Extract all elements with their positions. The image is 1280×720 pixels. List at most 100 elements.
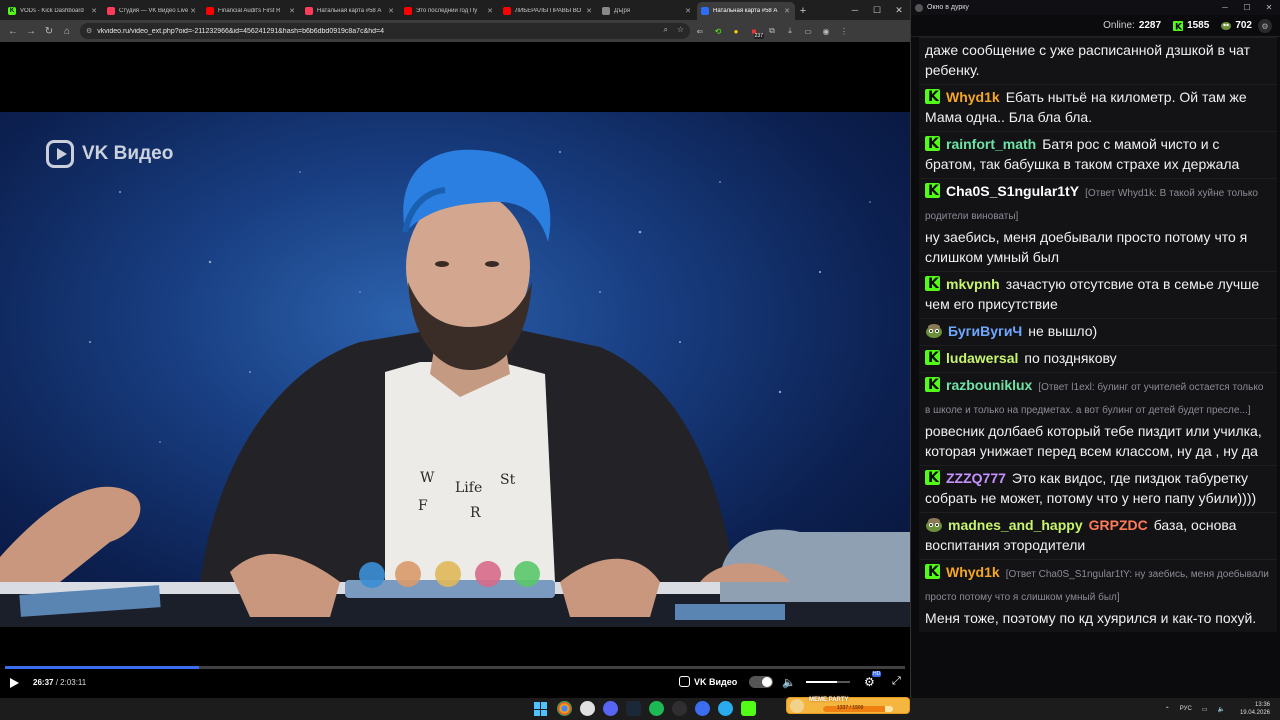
app-icon[interactable] [695, 701, 710, 716]
minimize-icon[interactable]: ─ [844, 0, 866, 20]
chat-username[interactable]: ludawersal [946, 350, 1018, 366]
tab-youtube-last-year[interactable]: Это последний год Пу ✕ [400, 2, 498, 20]
kick-badge-icon [925, 181, 940, 201]
spotify-icon[interactable] [649, 701, 664, 716]
forward-arrow-icon[interactable]: → [22, 22, 40, 40]
video-player[interactable]: W Life St FR VK Видео 26:37 / 2:03:11 VK… [0, 42, 910, 698]
clock-time: 13:36 [1254, 702, 1270, 708]
maximize-icon[interactable]: ☐ [1236, 3, 1258, 12]
new-tab-button[interactable]: + [796, 2, 810, 20]
zoom-icon[interactable]: ⌕ [664, 25, 668, 35]
video-frame[interactable]: W Life St FR VK Видео [0, 112, 910, 627]
generic-page-icon [602, 7, 610, 15]
obs-icon[interactable] [672, 701, 687, 716]
tab-label: Financial Audit's First R [218, 8, 281, 14]
network-icon[interactable]: ▭ [1202, 706, 1208, 713]
tab-natal-chart-active[interactable]: Натальная карта #58 А ✕ [697, 2, 795, 20]
language-indicator[interactable]: РУС [1180, 706, 1192, 712]
chat-username[interactable]: Whyd1k [946, 564, 1000, 580]
minimize-icon[interactable]: ─ [1214, 3, 1236, 12]
home-icon[interactable]: ⌂ [58, 22, 76, 40]
video-scene: W Life St F R [0, 149, 910, 627]
chat-username[interactable]: razbouniklux [946, 377, 1032, 393]
browser-icon[interactable] [580, 701, 595, 716]
extension-icon[interactable]: ⇐ [692, 23, 708, 39]
address-bar[interactable]: ⚙ vkvideo.ru/video_ext.php?oid=-21123296… [80, 23, 690, 39]
site-info-icon[interactable]: ⚙ [86, 27, 92, 35]
maximize-icon[interactable]: ☐ [866, 0, 888, 20]
chat-username[interactable]: ZZZQ777 [946, 470, 1006, 486]
extension-icon[interactable]: ⟲ [710, 23, 726, 39]
svg-text:W: W [420, 470, 435, 486]
reload-icon[interactable]: ↻ [40, 22, 58, 40]
close-icon[interactable]: ✕ [486, 7, 494, 15]
quality-badge: HD [872, 671, 882, 677]
chat-message-list[interactable]: даже сообщение с уже расписанной дзшкой … [919, 37, 1277, 698]
cast-icon[interactable]: ▭ [800, 23, 816, 39]
kick-badge-icon [925, 562, 940, 582]
telegram-icon[interactable] [718, 701, 733, 716]
close-icon[interactable]: ✕ [684, 7, 692, 15]
close-icon[interactable]: ✕ [288, 7, 296, 15]
chat-username[interactable]: mkvpnh [946, 276, 1000, 292]
chat-username[interactable]: БугиВугиЧ [948, 323, 1022, 339]
seek-bar[interactable] [5, 666, 905, 669]
chat-username[interactable]: madnes_and_happy [948, 517, 1083, 533]
extension-icon[interactable]: ● [728, 23, 744, 39]
tab-vk-studio[interactable]: Студия — VK Видео Live ✕ [103, 2, 201, 20]
settings-gear-icon[interactable]: ⚙ HD [864, 671, 882, 689]
vk-studio-icon [107, 7, 115, 15]
tab-natal-chart[interactable]: Натальная карта #58 А ✕ [301, 2, 399, 20]
tab-kick-vods[interactable]: K VODs - Kick Dashboard ✕ [4, 2, 102, 20]
profile-icon[interactable]: ◉ [818, 23, 834, 39]
volume-slider[interactable] [806, 681, 850, 683]
tab-youtube-financial-audit[interactable]: Financial Audit's First R ✕ [202, 2, 300, 20]
url-text[interactable]: vkvideo.ru/video_ext.php?oid=-211232966&… [97, 28, 384, 35]
extensions-puzzle-icon[interactable]: ⧉ [764, 23, 780, 39]
vk-video-watermark: VK Видео [46, 140, 173, 168]
fullscreen-icon[interactable]: ⤢ [892, 675, 901, 688]
close-icon[interactable]: ✕ [783, 7, 791, 15]
online-count: 2287 [1138, 20, 1162, 31]
close-icon[interactable]: ✕ [90, 7, 98, 15]
tab-label: VODs - Kick Dashboard [20, 8, 84, 14]
chat-username[interactable]: Whyd1k [946, 89, 1000, 105]
play-icon[interactable] [8, 677, 20, 689]
download-icon[interactable]: ⤓ [782, 23, 798, 39]
chat-username[interactable]: rainfort_math [946, 136, 1036, 152]
chat-settings-icon[interactable]: ⚙ [1258, 19, 1272, 33]
chat-username[interactable]: Cha0S_S1ngular1tY [946, 183, 1079, 199]
chat-message: Whyd1kЕбать нытьё на километр. Ой там же… [919, 84, 1277, 131]
discord-icon[interactable] [603, 701, 618, 716]
clock[interactable]: 13:36 19.04.2026 [1235, 701, 1275, 717]
tray-chevron-icon[interactable]: ⌃ [1165, 706, 1170, 713]
kick-badge-icon [925, 375, 940, 395]
autoplay-toggle[interactable] [749, 676, 773, 688]
online-label: Online: [1103, 20, 1135, 31]
close-icon[interactable]: ✕ [585, 7, 593, 15]
steam-icon[interactable] [626, 701, 641, 716]
close-icon[interactable]: ✕ [189, 7, 197, 15]
windows-start-icon[interactable] [534, 702, 548, 716]
close-window-icon[interactable]: ✕ [888, 0, 910, 20]
svg-text:St: St [500, 472, 516, 488]
tab-generic[interactable]: Дъ[ря ✕ [598, 2, 696, 20]
chat-mention[interactable]: GRPZDC [1089, 517, 1148, 533]
total-time: 2:03:11 [60, 678, 87, 687]
window-controls: ─ ☐ ✕ [1214, 3, 1280, 12]
meme-party-widget[interactable]: MEME PARTY 1337 / 1500 [786, 697, 910, 714]
vk-video-logo-icon [46, 140, 74, 168]
close-icon[interactable]: ✕ [387, 7, 395, 15]
speaker-icon[interactable]: 🔈 [1217, 706, 1224, 713]
close-window-icon[interactable]: ✕ [1258, 3, 1280, 12]
bookmark-star-icon[interactable]: ☆ [677, 25, 684, 34]
volume-icon[interactable]: 🔈 [782, 676, 796, 689]
kick-taskbar-icon[interactable] [741, 701, 756, 716]
svg-text:K: K [1175, 22, 1183, 31]
tab-youtube-liberals[interactable]: ЛИБЕРАЛЫ ПРАВЫ ВО ✕ [499, 2, 597, 20]
extension-badge-icon[interactable]: ■ 237 [746, 23, 764, 39]
menu-dots-icon[interactable]: ⋮ [836, 23, 852, 39]
chrome-icon[interactable] [557, 701, 572, 716]
back-arrow-icon[interactable]: ← [4, 22, 22, 40]
vk-video-brand-button[interactable]: VK Видео [679, 676, 737, 687]
